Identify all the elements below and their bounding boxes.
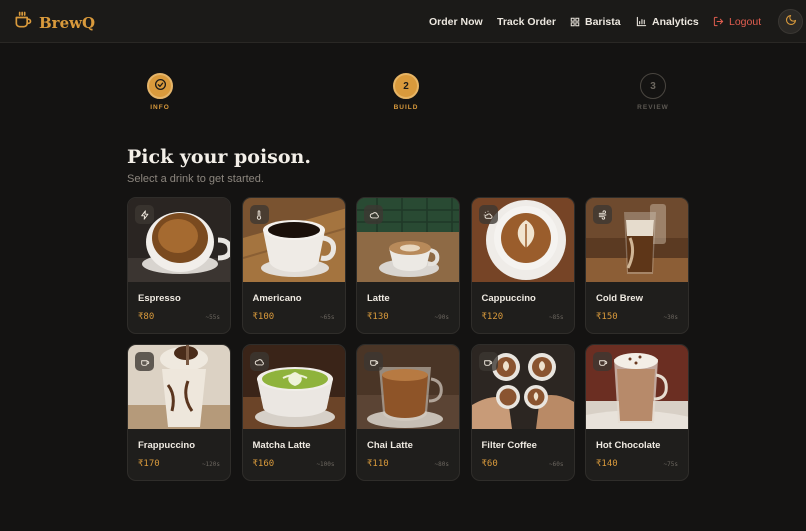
theme-toggle-button[interactable] xyxy=(778,9,803,34)
drink-card-hot-chocolate[interactable]: Hot Chocolate ₹140 ~75s xyxy=(585,344,689,481)
coffee-cup-icon xyxy=(13,10,33,35)
drink-grid: Espresso ₹80 ~55s Americano ₹100 ~65s La… xyxy=(127,197,689,481)
step-number: 3 xyxy=(640,73,666,99)
step-check-circle xyxy=(147,73,173,99)
brand-name: BrewQ xyxy=(39,13,96,32)
logout-label: Logout xyxy=(729,15,762,28)
drink-card-filter-coffee[interactable]: Filter Coffee ₹60 ~60s xyxy=(470,344,575,481)
drink-prep-time: ~55s xyxy=(205,314,220,321)
drink-name: Cold Brew xyxy=(596,293,643,304)
drink-card-latte[interactable]: Latte ₹130 ~90s xyxy=(356,197,460,334)
grid-icon xyxy=(570,17,580,27)
nav-order-now-label: Order Now xyxy=(429,15,483,28)
brand-logo-link[interactable]: BrewQ xyxy=(13,10,95,35)
wind-icon xyxy=(593,205,612,224)
drink-name: Hot Chocolate xyxy=(596,440,661,451)
drink-card-cappuccino[interactable]: Cappuccino ₹120 ~85s xyxy=(470,197,575,334)
step-info: INFO xyxy=(130,73,190,111)
drink-name: Latte xyxy=(367,293,390,304)
moon-icon xyxy=(785,13,797,31)
drink-name: Frappuccino xyxy=(138,440,196,451)
nav-analytics[interactable]: Analytics xyxy=(636,0,699,43)
drink-card-frappuccino[interactable]: Frappuccino ₹170 ~120s xyxy=(127,344,231,481)
bolt-icon xyxy=(135,205,154,224)
logout-button[interactable]: Logout xyxy=(713,0,761,43)
cloud-icon xyxy=(364,205,383,224)
step-build: 2 BUILD xyxy=(376,73,436,111)
drink-price: ₹110 xyxy=(367,459,389,469)
step-label: REVIEW xyxy=(637,104,669,111)
nav-track-order[interactable]: Track Order xyxy=(497,0,556,43)
drink-card-espresso[interactable]: Espresso ₹80 ~55s xyxy=(127,197,231,334)
drink-card-cold-brew[interactable]: Cold Brew ₹150 ~30s xyxy=(585,197,689,334)
drink-prep-time: ~80s xyxy=(434,461,449,468)
logout-icon xyxy=(713,16,724,27)
step-label: BUILD xyxy=(393,104,419,111)
drink-price: ₹130 xyxy=(367,312,389,322)
nav-track-order-label: Track Order xyxy=(497,15,556,28)
drink-price: ₹60 xyxy=(481,459,498,469)
drink-card-matcha-latte[interactable]: Matcha Latte ₹160 ~100s xyxy=(241,344,346,481)
nav-order-now[interactable]: Order Now xyxy=(429,0,483,43)
cup-icon xyxy=(478,352,498,371)
drink-name: Matcha Latte xyxy=(252,440,311,451)
drink-card-americano[interactable]: Americano ₹100 ~65s xyxy=(241,197,346,334)
cup-icon xyxy=(135,352,154,371)
cup-icon xyxy=(593,352,612,371)
drink-prep-time: ~65s xyxy=(320,314,335,321)
drink-name: Chai Latte xyxy=(367,440,413,451)
cup-icon xyxy=(364,352,383,371)
page-title: Pick your poison. xyxy=(127,146,311,168)
drink-price: ₹80 xyxy=(138,312,155,322)
bar-chart-icon xyxy=(636,16,647,27)
step-label: INFO xyxy=(150,104,170,111)
drink-price: ₹120 xyxy=(481,312,504,322)
top-navbar: BrewQ Order Now Track Order Barista Anal… xyxy=(0,0,806,43)
drink-prep-time: ~30s xyxy=(663,314,678,321)
nav-analytics-label: Analytics xyxy=(652,15,699,28)
drink-name: Cappuccino xyxy=(481,293,536,304)
page-subtitle: Select a drink to get started. xyxy=(127,173,264,185)
cloud-sun-icon xyxy=(478,205,498,224)
nav-barista[interactable]: Barista xyxy=(570,0,621,43)
drink-price: ₹100 xyxy=(252,312,275,322)
drink-card-chai-latte[interactable]: Chai Latte ₹110 ~80s xyxy=(356,344,460,481)
drink-price: ₹150 xyxy=(596,312,618,322)
step-number: 2 xyxy=(393,73,419,99)
drink-price: ₹170 xyxy=(138,459,160,469)
step-review: 3 REVIEW xyxy=(623,73,683,111)
drink-prep-time: ~90s xyxy=(434,314,449,321)
nav-barista-label: Barista xyxy=(585,15,621,28)
drink-prep-time: ~120s xyxy=(201,461,220,468)
drink-prep-time: ~60s xyxy=(549,461,564,468)
drink-price: ₹160 xyxy=(252,459,275,469)
drink-name: Filter Coffee xyxy=(481,440,537,451)
drink-price: ₹140 xyxy=(596,459,618,469)
check-circle-icon xyxy=(154,78,167,94)
drink-name: Americano xyxy=(252,293,302,304)
thermometer-icon xyxy=(249,205,269,224)
cloud-icon xyxy=(249,352,269,371)
drink-prep-time: ~75s xyxy=(663,461,678,468)
drink-name: Espresso xyxy=(138,293,181,304)
drink-prep-time: ~100s xyxy=(316,461,335,468)
drink-prep-time: ~85s xyxy=(549,314,564,321)
